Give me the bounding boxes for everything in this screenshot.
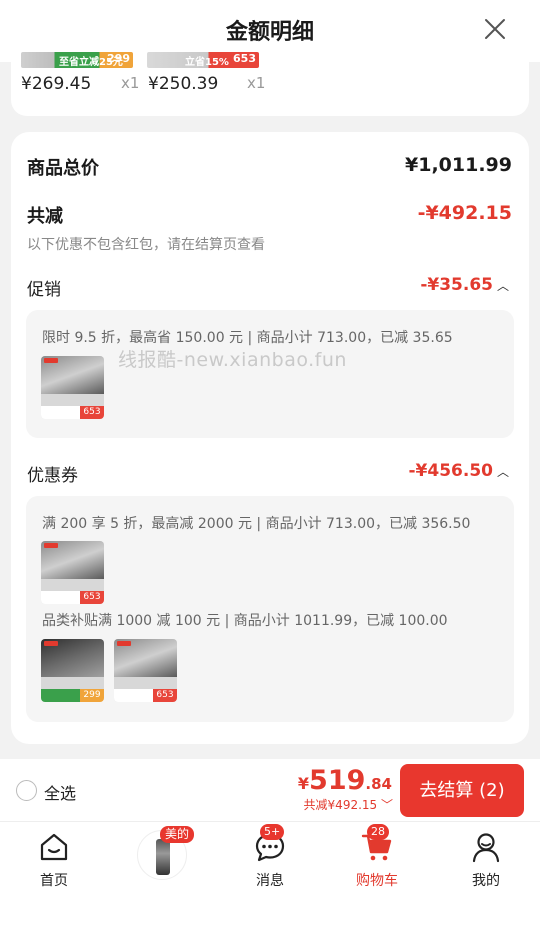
thumb-price: 653 (233, 52, 256, 65)
items-card: 至省立减25元 299 立省15% 653 ¥269.45 x1 ¥250.39… (11, 52, 529, 116)
select-all-radio[interactable] (16, 780, 37, 801)
thumb-price: 653 (80, 591, 104, 604)
product-thumbnail[interactable]: 299 (41, 639, 104, 702)
thumb-price: 299 (107, 52, 130, 65)
amount-detail-card: 商品总价 ¥1,011.99 共减 -¥492.15 以下优惠不包含红包，请在结… (11, 132, 529, 744)
checkout-button[interactable]: 去结算 (2) (400, 764, 524, 817)
close-icon[interactable] (484, 18, 506, 40)
product-thumbnail[interactable]: 653 (41, 541, 104, 604)
select-all-label[interactable]: 全选 (44, 780, 76, 804)
product-thumbnail[interactable]: 至省立减25元 299 (21, 52, 133, 68)
tab-label: 我的 (472, 873, 500, 889)
total-price: ¥519.84 (298, 765, 392, 796)
tab-label: 首页 (40, 873, 68, 889)
coupon-value: -¥456.50 (408, 461, 494, 481)
item-price: ¥250.39 (148, 74, 219, 94)
midea-tag: 美的 (160, 826, 195, 843)
promotion-detail: 限时 9.5 折，最高省 150.00 元 | 商品小计 713.00，已减 3… (26, 310, 514, 438)
cart-badge: 28 (367, 824, 389, 840)
total-integer: 519 (309, 765, 366, 796)
saved-amount: 共减¥492.15 (303, 798, 378, 812)
tab-bar: 首页 美的 5+ 消息 28 购物车 我的 (0, 821, 540, 930)
watermark: 线报酷-new.xianbao.fun (118, 349, 347, 371)
tab-home[interactable]: 首页 (24, 830, 84, 890)
tab-me[interactable]: 我的 (456, 830, 516, 890)
thumb-price: 653 (153, 689, 177, 702)
coupon-detail: 满 200 享 5 折，最高减 2000 元 | 商品小计 713.00，已减 … (26, 496, 514, 722)
total-decimal: .84 (365, 775, 392, 793)
tab-label: 购物车 (356, 873, 398, 889)
item-price: ¥269.45 (21, 74, 92, 94)
thumb-price: 299 (80, 689, 104, 702)
messages-badge: 5+ (260, 824, 285, 840)
discount-value: -¥492.15 (417, 202, 512, 224)
thumb-price: 653 (80, 406, 104, 419)
checkout-bar: 全选 ¥519.84 共减¥492.15 ﹀ 去结算 (2) (0, 759, 540, 821)
product-thumbnail[interactable]: 立省15% 653 (147, 52, 259, 68)
item-quantity: x1 (247, 74, 266, 92)
page-title: 金额明细 (225, 20, 314, 45)
promotion-value: -¥35.65 (420, 275, 493, 295)
chevron-up-icon: ︿ (497, 279, 510, 293)
product-thumbnail[interactable]: 653 (41, 356, 104, 419)
tab-cart[interactable]: 28 购物车 (347, 824, 407, 890)
total-value: ¥1,011.99 (405, 154, 512, 176)
product-thumbnail[interactable]: 653 (114, 639, 177, 702)
chevron-down-icon: ﹀ (377, 798, 393, 812)
item-quantity: x1 (121, 74, 140, 92)
coupon-desc: 品类补贴满 1000 减 100 元 | 商品小计 1011.99，已减 100… (42, 613, 448, 629)
saved-amount-toggle[interactable]: 共减¥492.15 ﹀ (304, 796, 393, 813)
chevron-up-icon: ︿ (497, 465, 510, 479)
promotion-label: 促销 (27, 280, 61, 300)
currency-symbol: ¥ (297, 774, 310, 793)
user-icon (472, 833, 500, 863)
total-label: 商品总价 (27, 158, 99, 179)
tab-label: 消息 (256, 873, 284, 889)
discount-note: 以下优惠不包含红包，请在结算页查看 (27, 237, 265, 253)
promotion-desc: 限时 9.5 折，最高省 150.00 元 | 商品小计 713.00，已减 3… (42, 330, 453, 346)
tab-messages[interactable]: 5+ 消息 (240, 824, 300, 890)
coupon-desc: 满 200 享 5 折，最高减 2000 元 | 商品小计 713.00，已减 … (42, 516, 471, 532)
coupon-label: 优惠券 (27, 466, 78, 486)
home-icon (40, 833, 68, 861)
coupon-toggle[interactable]: -¥456.50 ︿ (409, 461, 510, 481)
discount-label: 共减 (27, 206, 63, 227)
promotion-toggle[interactable]: -¥35.65 ︿ (420, 275, 509, 295)
